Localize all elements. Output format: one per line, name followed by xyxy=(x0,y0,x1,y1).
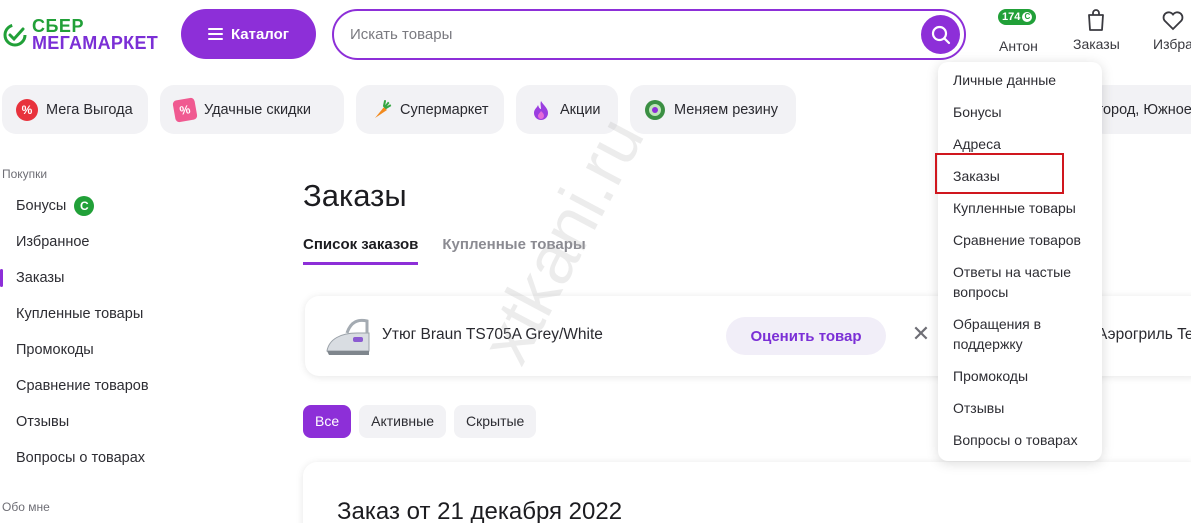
product-name[interactable]: Утюг Braun TS705A Grey/White xyxy=(382,326,603,344)
catalog-label: Каталог xyxy=(230,25,290,43)
iron-product-image xyxy=(326,318,370,355)
sidebar-item-label: Заказы xyxy=(16,270,65,286)
menu-item-support[interactable]: Обращения в поддержку xyxy=(953,314,1073,354)
menu-item-personal-data[interactable]: Личные данные xyxy=(953,70,1056,90)
sidebar-item-orders[interactable]: Заказы xyxy=(0,260,220,296)
catalog-button[interactable]: Каталог xyxy=(181,9,316,59)
filter-hidden[interactable]: Скрытые xyxy=(454,405,537,438)
tab-orders-list[interactable]: Список заказов xyxy=(303,236,419,265)
orders-label: Заказы xyxy=(1073,36,1120,52)
chip-label: Супермаркет xyxy=(400,101,489,118)
shopping-bag-icon xyxy=(1088,9,1105,31)
orders-highlight-frame xyxy=(935,153,1064,194)
menu-item-compare[interactable]: Сравнение товаров xyxy=(953,230,1081,250)
profile-label: Антон xyxy=(999,38,1038,54)
sidebar-item-label: Сравнение товаров xyxy=(16,378,149,394)
chip-supermarket[interactable]: Супермаркет xyxy=(356,85,504,134)
chip-label: Мега Выгода xyxy=(46,101,133,118)
tire-icon xyxy=(645,99,665,120)
search-icon xyxy=(931,25,950,44)
chip-label: Меняем резину xyxy=(674,101,779,118)
profile-dropdown-menu: Личные данные Бонусы Адреса Заказы Купле… xyxy=(938,62,1102,461)
profile-button[interactable]: Антон xyxy=(999,8,1038,54)
chip-label: Акции xyxy=(560,101,601,118)
chip-mega-vygoda[interactable]: % Мега Выгода xyxy=(2,85,148,134)
menu-item-questions[interactable]: Вопросы о товарах xyxy=(953,430,1078,450)
sidebar-item-bonuses[interactable]: Бонусы xyxy=(0,188,220,224)
sidebar-item-label: Бонусы xyxy=(16,198,67,214)
sidebar-item-promocodes[interactable]: Промокоды xyxy=(0,332,220,368)
menu-item-bonuses[interactable]: Бонусы xyxy=(953,102,1002,122)
sidebar-item-label: Купленные товары xyxy=(16,306,144,322)
search-bar xyxy=(332,9,966,60)
menu-item-reviews[interactable]: Отзывы xyxy=(953,398,1004,418)
menu-item-promocodes[interactable]: Промокоды xyxy=(953,366,1028,386)
menu-icon xyxy=(207,28,223,40)
sidebar-heading-purchases: Покупки xyxy=(2,167,48,181)
sidebar-item-label: Избранное xyxy=(16,234,90,250)
flame-icon xyxy=(534,100,548,120)
sidebar-item-reviews[interactable]: Отзывы xyxy=(0,404,220,440)
page-title: Заказы xyxy=(303,178,407,213)
filter-active[interactable]: Активные xyxy=(359,405,446,438)
orders-button[interactable]: Заказы xyxy=(1073,8,1120,52)
favorites-button[interactable]: Избра xyxy=(1153,8,1191,52)
carrot-icon xyxy=(375,99,392,118)
sidebar-item-label: Отзывы xyxy=(16,414,70,430)
sber-logo-icon xyxy=(3,23,27,47)
filter-all[interactable]: Все xyxy=(303,405,352,438)
sidebar-item-purchased[interactable]: Купленные товары xyxy=(0,296,220,332)
sidebar-item-favorites[interactable]: Избранное xyxy=(0,224,220,260)
menu-item-purchased[interactable]: Купленные товары xyxy=(953,198,1076,218)
chip-menyaem-rezinu[interactable]: Меняем резину xyxy=(630,85,796,134)
sidebar-item-questions[interactable]: Вопросы о товарах xyxy=(0,440,220,476)
promo-chips: % Мега Выгода % Удачные скидки Супермарк… xyxy=(2,85,796,134)
search-button[interactable] xyxy=(921,15,960,54)
sidebar-item-label: Промокоды xyxy=(16,342,94,358)
chip-akcii[interactable]: Акции xyxy=(516,85,618,134)
next-product-name[interactable]: Аэрогриль Tefal xyxy=(1097,326,1191,344)
orders-tabs: Список заказов Купленные товары xyxy=(303,236,586,265)
close-icon[interactable]: ✕ xyxy=(911,322,931,346)
order-card[interactable]: Заказ от 21 декабря 2022 xyxy=(303,462,1191,523)
sidebar-item-label: Вопросы о товарах xyxy=(16,450,146,466)
chip-label: Удачные скидки xyxy=(204,101,311,118)
menu-item-faq[interactable]: Ответы на частые вопросы xyxy=(953,262,1093,302)
percent-red-icon: % xyxy=(16,98,38,121)
heart-icon xyxy=(1162,11,1184,31)
sber-megamarket-logo[interactable]: СБЕР МЕГАМАРКЕТ xyxy=(2,13,172,57)
account-sidebar: Покупки Бонусы Избранное Заказы Купленны… xyxy=(0,160,220,476)
tab-purchased-goods[interactable]: Купленные товары xyxy=(442,236,585,265)
menu-item-addresses[interactable]: Адреса xyxy=(953,134,1001,154)
sidebar-heading-about: Обо мне xyxy=(2,500,50,514)
chip-city-label: город, Южное xyxy=(1098,101,1191,118)
chip-city[interactable]: город, Южное xyxy=(1090,85,1191,134)
order-filters: Все Активные Скрытые xyxy=(303,405,537,438)
sidebar-item-compare[interactable]: Сравнение товаров xyxy=(0,368,220,404)
logo-text-megamarket: МЕГАМАРКЕТ xyxy=(32,33,159,53)
order-title: Заказ от 21 декабря 2022 xyxy=(337,498,623,523)
rate-product-button[interactable]: Оценить товар xyxy=(726,317,886,355)
chip-udachnye-skidki[interactable]: % Удачные скидки xyxy=(160,85,344,134)
bonus-coin-icon xyxy=(74,196,95,216)
percent-tag-icon: % xyxy=(172,96,198,123)
favorites-label: Избра xyxy=(1153,36,1191,52)
search-input[interactable] xyxy=(350,11,910,58)
